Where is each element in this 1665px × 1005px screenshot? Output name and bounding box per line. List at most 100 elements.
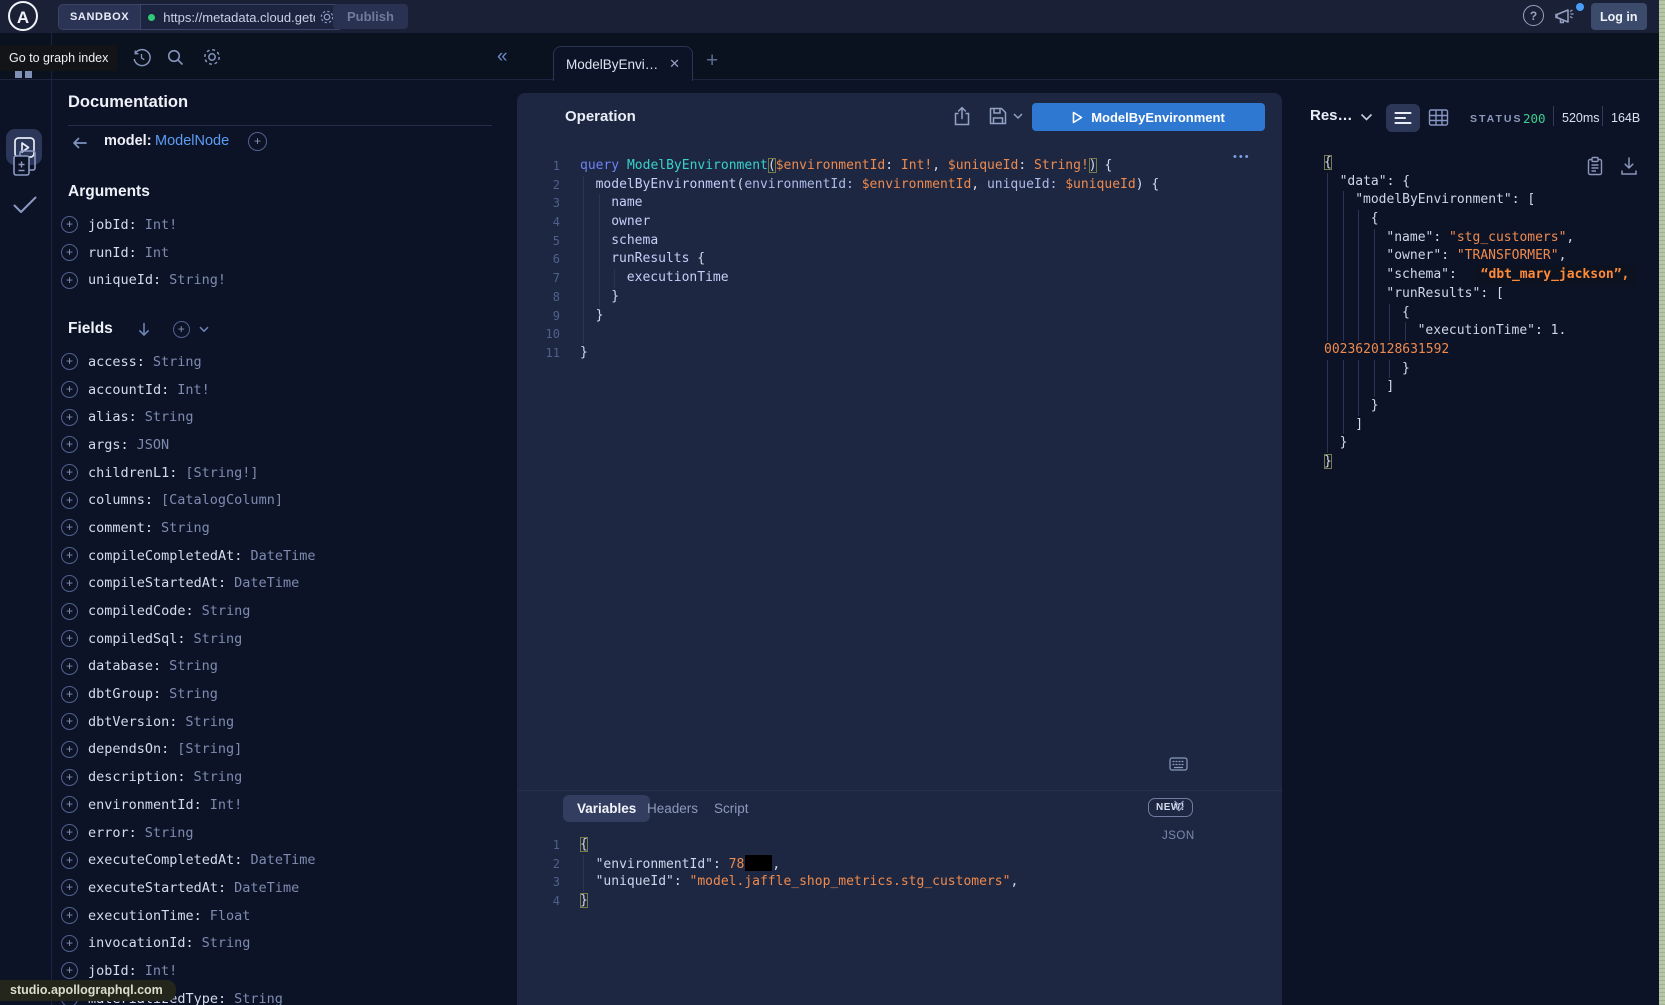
field-type[interactable]: DateTime [250,548,315,564]
search-icon[interactable] [166,48,185,67]
response-list-view-button[interactable] [1386,104,1420,132]
field-row[interactable]: +columns:[CatalogColumn] [52,486,315,514]
graph-index-icon[interactable] [15,71,22,78]
operation-editor[interactable]: 1query ModelByEnvironment($environmentId… [517,157,1282,363]
field-row[interactable]: +compiledCode:String [52,597,315,625]
field-row[interactable]: +accountId:Int! [52,376,315,404]
add-field-button[interactable]: + [61,244,78,261]
argument-row[interactable]: +uniqueId:String! [52,266,226,294]
add-field-button[interactable]: + [61,603,78,620]
field-row[interactable]: +compileCompletedAt:DateTime [52,542,315,570]
field-row[interactable]: +executeCompletedAt:DateTime [52,846,315,874]
field-type[interactable]: Int! [177,382,210,398]
field-type[interactable]: Int! [210,797,243,813]
field-row[interactable]: +dbtVersion:String [52,708,315,736]
field-type[interactable]: String [145,409,194,425]
field-type[interactable]: Int [145,245,169,261]
collapse-variables-icon[interactable] [1172,799,1186,813]
field-row[interactable]: +environmentId:Int! [52,791,315,819]
endpoint-url-text[interactable]: https://metadata.cloud.getd [163,10,315,25]
field-type[interactable]: DateTime [250,852,315,868]
add-field-button[interactable]: + [61,741,78,758]
field-row[interactable]: +args:JSON [52,431,315,459]
argument-row[interactable]: +runId:Int [52,239,226,267]
response-table-view-icon[interactable] [1428,108,1449,127]
add-field-button[interactable]: + [61,852,78,869]
response-body[interactable]: {"data": {"modelByEnvironment": [{"name"… [1283,154,1659,472]
field-type[interactable]: String [169,658,218,674]
field-type[interactable]: String [185,714,234,730]
field-type[interactable]: Float [210,908,251,924]
field-type[interactable]: String [202,935,251,951]
variables-editor[interactable]: 1{2"environmentId": 78,3"uniqueId": "mod… [517,836,1282,911]
field-type[interactable]: [String] [177,741,242,757]
add-field-button[interactable]: + [61,409,78,426]
nav-checks-icon[interactable] [12,195,38,215]
field-type[interactable]: Int! [145,963,178,979]
endpoint-url-field[interactable]: https://metadata.cloud.getd [141,5,342,29]
add-field-button[interactable]: + [61,547,78,564]
field-type[interactable]: String [145,825,194,841]
field-row[interactable]: +comment:String [52,514,315,542]
graph-index-icon-part[interactable] [25,71,32,78]
add-field-button[interactable]: + [61,436,78,453]
run-operation-button[interactable]: ModelByEnvironment [1032,103,1265,131]
login-button[interactable]: Log in [1591,3,1647,30]
response-menu-chevron-icon[interactable] [1360,113,1373,122]
help-icon[interactable]: ? [1523,5,1544,26]
fields-menu-chevron-icon[interactable] [199,326,209,333]
add-field-button[interactable]: + [61,879,78,896]
nav-schema-icon[interactable] [11,149,39,179]
add-field-button[interactable]: + [61,962,78,979]
apollo-logo-icon[interactable]: A [8,1,38,31]
add-field-button[interactable]: + [61,907,78,924]
field-type[interactable]: Int! [145,217,178,233]
sort-fields-icon[interactable] [137,322,151,337]
field-row[interactable]: +dependsOn:[String] [52,736,315,764]
save-operation-icon[interactable] [988,106,1008,126]
field-row[interactable]: +error:String [52,819,315,847]
field-type[interactable]: [String!] [185,465,258,481]
field-type[interactable]: String! [169,272,226,288]
add-type-button[interactable]: + [248,132,267,151]
history-icon[interactable] [132,48,151,67]
add-field-button[interactable]: + [61,824,78,841]
collapse-doc-panel-icon[interactable]: « [497,46,508,68]
field-type[interactable]: DateTime [234,575,299,591]
add-field-button[interactable]: + [61,353,78,370]
tab-script[interactable]: Script [700,795,763,822]
doc-field-type-link[interactable]: ModelNode [155,133,229,149]
field-type[interactable]: String [153,354,202,370]
field-row[interactable]: +alias:String [52,403,315,431]
announcements-megaphone-icon[interactable] [1554,6,1576,26]
field-row[interactable]: +access:String [52,348,315,376]
field-type[interactable]: String [202,603,251,619]
add-field-button[interactable]: + [61,216,78,233]
add-field-button[interactable]: + [61,519,78,536]
field-row[interactable]: +childrenL1:[String!] [52,459,315,487]
add-field-button[interactable]: + [61,464,78,481]
argument-row[interactable]: +jobId:Int! [52,211,226,239]
field-type[interactable]: String [194,769,243,785]
tab-close-icon[interactable]: ✕ [669,56,680,72]
add-field-button[interactable]: + [61,686,78,703]
field-type[interactable]: JSON [137,437,170,453]
field-type[interactable]: DateTime [234,880,299,896]
field-type[interactable]: [CatalogColumn] [161,492,283,508]
add-all-fields-button[interactable]: + [173,321,190,338]
add-field-button[interactable]: + [61,272,78,289]
save-menu-chevron-icon[interactable] [1013,113,1023,120]
new-tab-button[interactable]: + [706,49,718,73]
field-row[interactable]: +invocationId:String [52,929,315,957]
field-row[interactable]: +dbtGroup:String [52,680,315,708]
add-field-button[interactable]: + [61,381,78,398]
field-row[interactable]: +database:String [52,653,315,681]
field-type[interactable]: String [194,631,243,647]
field-type[interactable]: String [234,991,283,1005]
field-row[interactable]: +compileStartedAt:DateTime [52,570,315,598]
add-field-button[interactable]: + [61,630,78,647]
field-type[interactable]: String [161,520,210,536]
add-field-button[interactable]: + [61,658,78,675]
publish-button[interactable]: Publish [333,4,408,29]
field-row[interactable]: +compiledSql:String [52,625,315,653]
